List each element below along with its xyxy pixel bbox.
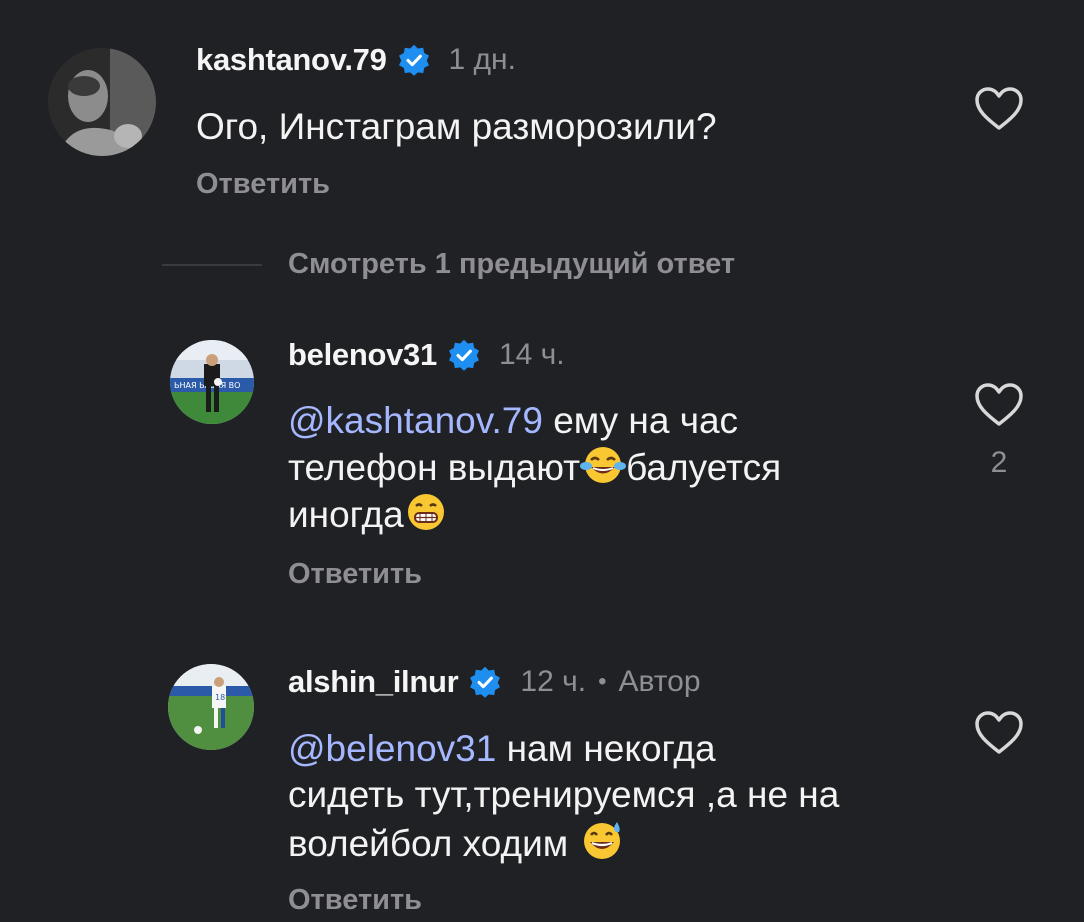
username[interactable]: belenov31 xyxy=(288,337,437,373)
verified-badge-icon xyxy=(470,666,501,698)
heart-outline-icon[interactable] xyxy=(974,710,1024,756)
comment-time: 1 дн. xyxy=(448,43,516,76)
mention-link[interactable]: @belenov31 xyxy=(288,728,496,769)
text-line: ему на час xyxy=(542,400,739,441)
view-previous-replies[interactable]: Смотреть 1 предыдущий ответ xyxy=(162,248,735,281)
separator-dot: • xyxy=(598,668,607,695)
view-previous-label[interactable]: Смотреть 1 предыдущий ответ xyxy=(288,248,735,281)
verified-badge-icon xyxy=(398,44,429,76)
avatar[interactable] xyxy=(48,48,156,156)
mention-link[interactable]: @kashtanov.79 xyxy=(288,400,543,441)
verified-badge-icon xyxy=(448,339,479,371)
avatar[interactable]: 18 xyxy=(168,664,254,750)
comment-time: 12 ч. xyxy=(520,665,587,698)
text-line: балуется xyxy=(626,447,782,488)
author-badge: Автор xyxy=(618,665,701,698)
text-line: волейбол ходим xyxy=(288,823,579,864)
username[interactable]: alshin_ilnur xyxy=(288,664,459,700)
heart-outline-icon[interactable] xyxy=(974,382,1024,428)
comment-text: @kashtanov.79 ему на час телефон выдают … xyxy=(288,398,781,538)
comment-header: alshin_ilnur 12 ч. • Автор xyxy=(288,664,701,700)
comment-time: 14 ч. xyxy=(498,338,565,371)
username[interactable]: kashtanov.79 xyxy=(196,42,387,78)
comment-header: kashtanov.79 1 дн. xyxy=(196,42,516,78)
text-line: телефон выдают xyxy=(288,447,581,488)
grinning-face-with-sweat-icon xyxy=(583,822,620,859)
comment-text: Ого, Инстаграм разморозили? xyxy=(196,106,717,147)
reply-button[interactable]: Ответить xyxy=(288,558,422,591)
heart-outline-icon[interactable] xyxy=(974,86,1024,132)
text-line: сидеть тут,тренируемся ,а не на xyxy=(288,774,840,815)
face-with-tears-of-joy-icon xyxy=(580,447,627,483)
comment-text: @belenov31 нам некогда сидеть тут,тренир… xyxy=(288,726,839,867)
svg-text:18: 18 xyxy=(215,693,225,702)
reply-button[interactable]: Ответить xyxy=(288,884,422,917)
text-line: иногда xyxy=(288,494,404,535)
like-count: 2 xyxy=(990,446,1008,479)
divider xyxy=(162,263,262,266)
text-line: нам некогда xyxy=(496,728,716,769)
grinning-face-icon xyxy=(407,494,444,530)
avatar[interactable]: ЬНАЯ ЬЕВАЯ ВО xyxy=(170,340,254,424)
comment-header: belenov31 14 ч. xyxy=(288,337,565,373)
reply-button[interactable]: Ответить xyxy=(196,168,330,201)
